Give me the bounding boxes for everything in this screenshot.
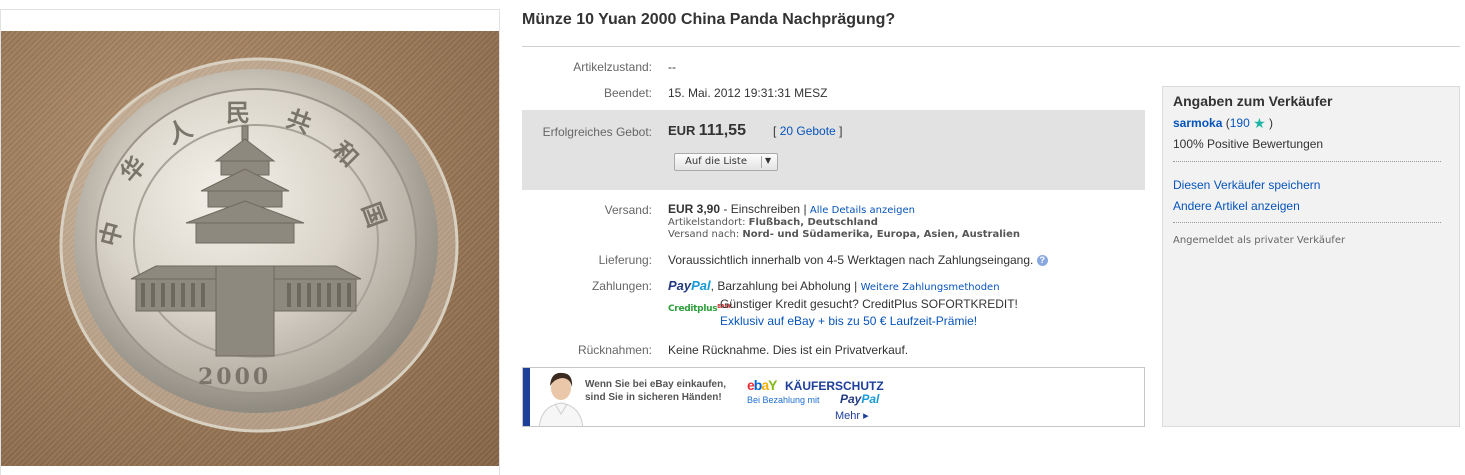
buyer-protection-banner[interactable]: Wenn Sie bei eBay einkaufen, sind Sie in… <box>522 367 1145 427</box>
ebay-logo: ebaY <box>747 377 778 393</box>
payment-line: PayPal, Barzahlung bei Abholung | Weiter… <box>668 278 1000 293</box>
banner-text-line2: sind Sie in sicheren Händen! <box>585 392 722 403</box>
seller-info-box: Angaben zum Verkäufer sarmoka (190 ★ ) 1… <box>1162 86 1460 427</box>
feedback-score-link[interactable]: 190 <box>1230 116 1250 130</box>
item-location: Artikelstandort: Flußbach, Deutschland <box>668 217 878 228</box>
save-seller-link[interactable]: Diesen Verkäufer speichern <box>1173 178 1320 192</box>
bid-box <box>522 110 1145 190</box>
listing-title: Münze 10 Yuan 2000 China Panda Nachprägu… <box>522 11 896 28</box>
shipping-separator: | <box>803 202 807 216</box>
shipping-details-link[interactable]: Alle Details anzeigen <box>810 205 915 216</box>
coin-image: 中 华 人 民 共 和 国 2000 <box>59 57 459 433</box>
banner-payment-note: Bei Bezahlung mit <box>747 395 820 405</box>
add-to-watchlist-button[interactable]: Auf die Liste ▼ <box>674 153 778 171</box>
bid-count: [ 20 Gebote ] <box>773 124 842 138</box>
watch-button-label: Auf die Liste <box>685 156 747 167</box>
shipping-label: Versand: <box>604 203 652 217</box>
shipping-line: EUR 3,90 - Einschreiben | Alle Details a… <box>668 202 915 216</box>
item-location-label: Artikelstandort: <box>668 217 746 228</box>
chevron-down-icon[interactable]: ▼ <box>765 156 771 165</box>
title-divider <box>522 46 1460 47</box>
item-photo[interactable]: 中 华 人 民 共 和 国 2000 <box>1 31 499 466</box>
banner-paypal-logo: PayPal <box>840 392 880 406</box>
buyer-protection-title: KÄUFERSCHUTZ <box>785 379 884 393</box>
shipping-method: - Einschreiben <box>723 202 801 216</box>
banner-text-line1: Wenn Sie bei eBay einkaufen, <box>585 379 726 390</box>
seller-heading: Angaben zum Verkäufer <box>1173 93 1333 109</box>
svg-text:民: 民 <box>226 98 250 127</box>
seller-divider-1 <box>1173 161 1441 162</box>
banner-text: Wenn Sie bei eBay einkaufen, sind Sie in… <box>585 378 745 404</box>
payment-methods: , Barzahlung bei Abholung | <box>710 279 858 293</box>
returns-value: Keine Rücknahme. Dies ist ein Privatverk… <box>668 343 909 357</box>
svg-text:2000: 2000 <box>198 364 271 390</box>
seller-name-line: sarmoka (190 ★ ) <box>1173 115 1273 132</box>
seller-divider-2 <box>1173 222 1441 223</box>
credit-offer-line1[interactable]: Günstiger Kredit gesucht? CreditPlus SOF… <box>720 297 1018 311</box>
bid-label: Erfolgreiches Gebot: <box>542 125 652 139</box>
bid-history-link[interactable]: 20 Gebote <box>780 124 836 138</box>
help-icon[interactable]: ? <box>1036 255 1048 267</box>
banner-more-link[interactable]: Mehr ▸ <box>835 409 869 422</box>
condition-value: -- <box>668 60 676 74</box>
condition-label: Artikelzustand: <box>573 60 652 74</box>
seller-name-link[interactable]: sarmoka <box>1173 116 1222 130</box>
paypal-logo: PayPal <box>668 278 711 293</box>
ended-label: Beendet: <box>603 86 652 100</box>
banner-stripe <box>523 368 530 426</box>
feedback-star-icon[interactable]: ★ <box>1253 115 1266 131</box>
delivery-line: Voraussichtlich innerhalb von 4-5 Werkta… <box>668 253 1048 267</box>
ships-to-value: Nord- und Südamerika, Europa, Asien, Aus… <box>742 229 1020 240</box>
other-items-link[interactable]: Andere Artikel anzeigen <box>1173 199 1300 213</box>
more-payment-methods-link[interactable]: Weitere Zahlungsmethoden <box>861 282 1000 293</box>
ships-to-label: Versand nach: <box>668 229 740 240</box>
delivery-value: Voraussichtlich innerhalb von 4-5 Werkta… <box>668 253 1034 267</box>
bid-price: EUR 111,55 <box>668 122 746 140</box>
bid-count-close: ] <box>839 124 843 138</box>
delivery-label: Lieferung: <box>598 253 652 267</box>
watch-button-separator <box>761 156 762 168</box>
bid-amount: 111,55 <box>698 122 746 139</box>
ships-to: Versand nach: Nord- und Südamerika, Euro… <box>668 229 1020 240</box>
seller-type: Angemeldet als privater Verkäufer <box>1173 235 1346 246</box>
returns-label: Rücknahmen: <box>577 343 652 357</box>
bid-currency: EUR <box>668 123 696 138</box>
banner-person-image <box>538 372 584 426</box>
shipping-price: EUR 3,90 <box>668 202 721 216</box>
ended-value: 15. Mai. 2012 19:31:31 MESZ <box>668 86 828 100</box>
positive-feedback: 100% Positive Bewertungen <box>1173 137 1324 151</box>
credit-offer-line2[interactable]: Exklusiv auf eBay + bis zu 50 € Laufzeit… <box>720 314 977 328</box>
item-location-value: Flußbach, Deutschland <box>748 217 878 228</box>
payment-label: Zahlungen: <box>591 279 652 293</box>
feedback-close: ) <box>1269 116 1273 130</box>
